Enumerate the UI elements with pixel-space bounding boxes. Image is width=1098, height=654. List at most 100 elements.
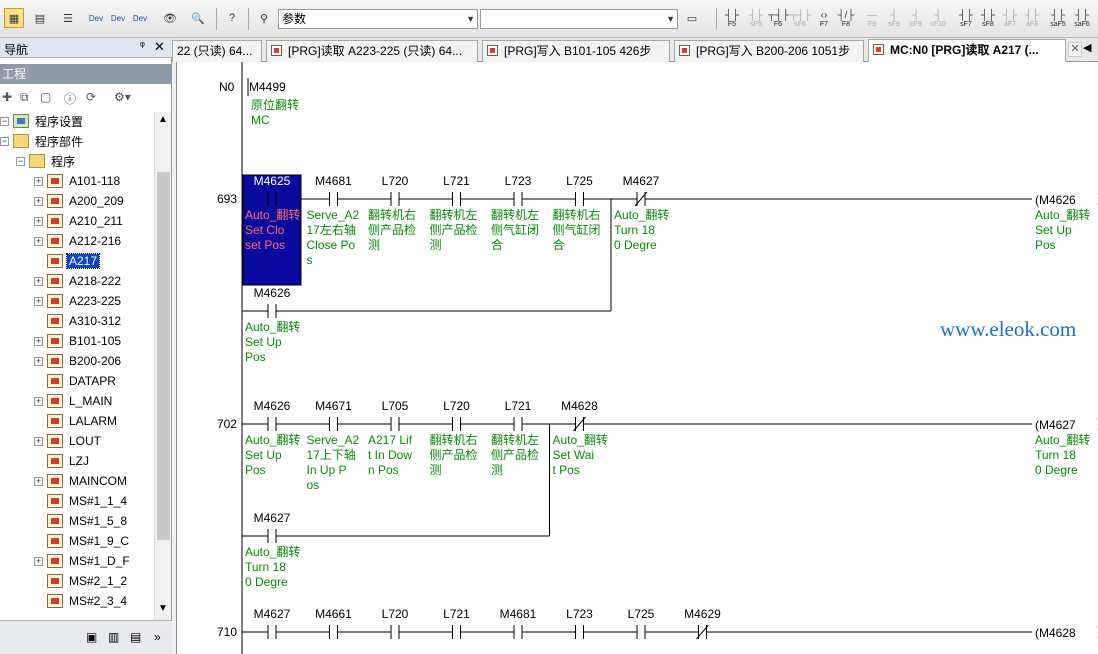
editor-tab[interactable]: 22 (只读) 64... bbox=[172, 40, 262, 62]
collapse-icon[interactable]: − bbox=[0, 116, 9, 126]
tree-item[interactable]: + MS#1_D_F bbox=[34, 551, 132, 571]
module-icon[interactable]: ▤ bbox=[30, 8, 50, 28]
fkey-sf8-button[interactable]: ┤├ sF8 bbox=[978, 10, 998, 32]
tree-item[interactable]: MS#2_1_2 bbox=[34, 571, 129, 591]
editor-tab[interactable]: [PRG]写入 B101-105 426步 bbox=[482, 40, 670, 62]
project-view-icon[interactable]: ▦ bbox=[4, 8, 24, 28]
fkey-cf9-button[interactable]: ┤ cF9 bbox=[906, 10, 926, 32]
tree-item[interactable]: − 程序 bbox=[16, 151, 77, 171]
expand-icon[interactable]: + bbox=[34, 336, 43, 346]
tree-item-label: A200_209 bbox=[69, 194, 124, 208]
tree-item[interactable]: + A218-222 bbox=[34, 271, 123, 291]
expand-icon[interactable]: + bbox=[34, 396, 43, 406]
expand-icon[interactable]: + bbox=[34, 236, 43, 246]
expand-icon[interactable]: + bbox=[34, 176, 43, 186]
page-icon[interactable]: ▭ bbox=[682, 8, 702, 28]
pin-icon[interactable]: ᵠ bbox=[140, 40, 145, 52]
tree-item[interactable]: + B200-206 bbox=[34, 351, 123, 371]
tree-item[interactable]: + A210_211 bbox=[34, 211, 125, 231]
contact-comment: 测 bbox=[491, 463, 503, 477]
device-icon-1[interactable]: Dev bbox=[86, 8, 106, 28]
expand-icon[interactable]: + bbox=[34, 556, 43, 566]
chevron-left-icon[interactable]: ◀ bbox=[1083, 41, 1091, 54]
connection-icon[interactable]: ▤ bbox=[130, 630, 141, 644]
device-icon-2[interactable]: Dev bbox=[108, 8, 128, 28]
ladder-symbol-icon: ┬┤├ bbox=[790, 10, 812, 21]
tree-item[interactable]: A310-312 bbox=[34, 311, 123, 331]
tree-scrollbar[interactable]: ▲ ▼ bbox=[154, 112, 171, 620]
list-view-icon[interactable]: ☰ bbox=[58, 8, 78, 28]
refresh-icon[interactable]: ⟳ bbox=[86, 90, 96, 104]
tree-item[interactable]: − 程序设置 bbox=[0, 112, 85, 131]
expand-icon[interactable]: + bbox=[34, 356, 43, 366]
nav-section-project[interactable]: 工程 bbox=[0, 64, 172, 84]
fkey-f8-button[interactable]: ┤/├ F8 bbox=[836, 10, 856, 32]
contact-comment: Set Up bbox=[245, 448, 282, 462]
fkey-sf9-button[interactable]: ┤ sF9 bbox=[884, 10, 904, 32]
fkey-f6-button[interactable]: ┬┤├ F6 bbox=[768, 10, 789, 32]
tree-item[interactable]: + L_MAIN bbox=[34, 391, 114, 411]
more-icon[interactable]: » bbox=[154, 630, 161, 644]
fkey-sf6-button[interactable]: ┬┤├ sF6 bbox=[790, 10, 812, 32]
expand-icon[interactable]: + bbox=[34, 196, 43, 206]
new-item-icon[interactable]: ✚ bbox=[2, 90, 12, 104]
fkey-f7-button[interactable]: ‹› F7 bbox=[814, 10, 834, 32]
collapse-icon[interactable]: − bbox=[0, 136, 9, 146]
monitor-icon[interactable]: 👁 bbox=[160, 8, 180, 28]
tree-item[interactable]: + A223-225 bbox=[34, 291, 123, 311]
tree-item[interactable]: + A101-118 bbox=[34, 171, 122, 191]
editor-tab[interactable]: MC:N0 [PRG]读取 A217 (... bbox=[868, 39, 1066, 63]
fkey-saf5-button[interactable]: ┤├ saF5 bbox=[1048, 10, 1068, 32]
editor-tab[interactable]: [PRG]写入 B200-206 1051步 bbox=[674, 40, 864, 62]
tree-item[interactable]: LZJ bbox=[34, 451, 91, 471]
tree-item[interactable]: + LOUT bbox=[34, 431, 103, 451]
properties-icon[interactable]: ⓘ bbox=[64, 90, 76, 107]
tree-item[interactable]: A217 bbox=[34, 251, 101, 271]
fkey-sf5-button[interactable]: ┤├ sF5 bbox=[746, 10, 766, 32]
fkey-saf6-button[interactable]: ┤├ saF6 bbox=[1072, 10, 1092, 32]
fkey-sf7-button[interactable]: ┤├ sF7 bbox=[956, 10, 976, 32]
expand-icon[interactable]: + bbox=[34, 276, 43, 286]
fkey-f9-button[interactable]: — F9 bbox=[862, 10, 882, 32]
collapse-icon[interactable]: − bbox=[16, 156, 25, 166]
tools-icon[interactable]: ⚙▾ bbox=[114, 90, 131, 104]
contact-device: L705 bbox=[382, 399, 409, 413]
paste-icon[interactable]: ▢ bbox=[40, 90, 51, 104]
tree-item[interactable]: DATAPR bbox=[34, 371, 118, 391]
tree-item-label: MS#2_1_2 bbox=[69, 574, 128, 588]
fkey-f5-button[interactable]: ┤├ F5 bbox=[722, 10, 742, 32]
tree-item[interactable]: MS#1_1_4 bbox=[34, 491, 129, 511]
close-icon[interactable]: ✕ bbox=[154, 39, 165, 55]
fkey-af8-button[interactable]: ┤├ aF8 bbox=[1022, 10, 1042, 32]
param-combo[interactable]: 参数 ▼ bbox=[278, 9, 478, 29]
expand-icon[interactable]: + bbox=[34, 476, 43, 486]
scrollbar-thumb[interactable] bbox=[157, 172, 170, 540]
chevron-up-icon[interactable]: ▲ bbox=[158, 114, 168, 125]
tree-item[interactable]: + A200_209 bbox=[34, 191, 126, 211]
tree-item[interactable]: − 程序部件 bbox=[0, 131, 85, 151]
tree-item[interactable]: MS#1_9_C bbox=[34, 531, 131, 551]
expand-icon[interactable]: + bbox=[34, 216, 43, 226]
project-tab-icon[interactable]: ▣ bbox=[86, 630, 97, 644]
editor-tab[interactable]: [PRG]读取 A223-225 (只读) 64... bbox=[266, 40, 478, 62]
scope-combo[interactable]: ▼ bbox=[480, 9, 678, 29]
expand-icon[interactable]: + bbox=[34, 436, 43, 446]
tree-item[interactable]: + A212-216 bbox=[34, 231, 123, 251]
chevron-down-icon[interactable]: ▼ bbox=[158, 603, 168, 614]
binoculars-icon[interactable]: ⚲ bbox=[254, 8, 274, 28]
expand-icon[interactable]: + bbox=[34, 296, 43, 306]
fkey-af7-button[interactable]: ┤├ aF7 bbox=[1000, 10, 1020, 32]
tree-item[interactable]: + MAINCOM bbox=[34, 471, 129, 491]
ladder-editor[interactable]: N0 M4499 原位翻转 MC 693 M4625 Auto_翻转 Set Clo set P… bbox=[176, 62, 1098, 654]
tree-item[interactable]: + B101-105 bbox=[34, 331, 123, 351]
tree-item[interactable]: LALARM bbox=[34, 411, 119, 431]
tree-item[interactable]: MS#2_3_4 bbox=[34, 591, 129, 611]
find-icon[interactable]: 🔍 bbox=[188, 8, 208, 28]
help-icon[interactable]: ? bbox=[222, 8, 242, 28]
copy-icon[interactable]: ⧉ bbox=[20, 90, 29, 105]
tree-item[interactable]: MS#1_5_8 bbox=[34, 511, 129, 531]
fkey-cf10-button[interactable]: ┤ cF10 bbox=[928, 10, 948, 32]
close-icon[interactable]: ✕ bbox=[1068, 42, 1082, 57]
device-icon-3[interactable]: Dev bbox=[130, 8, 150, 28]
user-library-icon[interactable]: ▥ bbox=[108, 630, 119, 644]
